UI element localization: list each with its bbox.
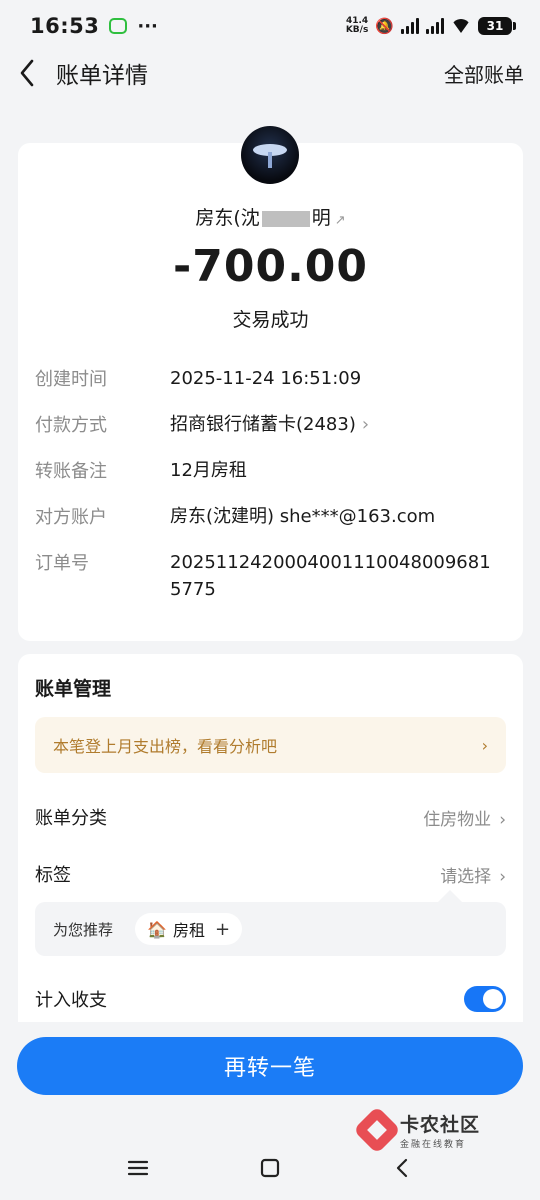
watermark-logo-icon [352,1105,402,1155]
mute-bell-icon: 🔕 [375,17,394,35]
status-bar: 16:53 ··· 41.4 KB/s 🔕 31 [0,0,540,52]
income-toggle-row: 计入收支 [35,986,506,1012]
detail-row-payment-method[interactable]: 付款方式 招商银行储蓄卡(2483) › [35,411,515,438]
recommend-box: 为您推荐 🏠 房租 + [35,890,506,956]
income-label: 计入收支 [35,990,107,1011]
tag-value: 请选择 [440,866,492,887]
detail-row-created-time: 创建时间 2025-11-24 16:51:09 [35,365,515,392]
chevron-right-icon: › [361,414,370,435]
payee-avatar[interactable] [241,126,299,184]
payee-name-prefix: 房东(沈 [195,207,260,229]
house-icon: 🏠 [147,919,167,939]
transaction-status: 交易成功 [232,309,309,331]
transaction-card: 房东(沈 明 ↗ -700.00 交易成功 创建时间 2025-11-24 16:5… [18,126,523,641]
battery-icon: 31 [478,17,516,35]
system-nav-bar [0,1148,540,1188]
detail-label: 创建时间 [35,369,107,390]
detail-label: 对方账户 [35,507,107,528]
detail-label: 订单号 [35,553,89,574]
recommend-label: 为您推荐 [53,920,114,939]
category-label: 账单分类 [35,808,107,829]
tag-label: 标签 [35,865,71,886]
back-arrow-icon[interactable] [16,58,38,88]
detail-label: 转账备注 [35,461,107,482]
more-notifications-icon: ··· [137,15,158,37]
app-header: 账单详情 全部账单 [0,52,540,94]
recommend-tag-chip[interactable]: 🏠 房租 + [135,913,243,945]
chevron-right-icon: ↗ [334,213,346,228]
detail-row-transfer-note: 转账备注 12月房租 [35,457,515,484]
home-nav-icon[interactable] [250,1148,290,1188]
transfer-again-button[interactable]: 再转一笔 [17,1037,523,1095]
bill-management-card: 账单管理 本笔登上月支出榜，看看分析吧 › 账单分类 住房物业 › 标签 请选择 ›… [18,654,523,1026]
transaction-amount: -700.00 [172,241,369,292]
category-value-wrap: 住房物业 › [423,805,506,830]
chevron-right-icon: › [499,866,506,887]
net-speed: 41.4 KB/s [346,17,368,35]
chevron-right-icon: › [499,809,506,830]
message-icon [109,18,128,34]
category-row[interactable]: 账单分类 住房物业 › [35,804,506,830]
income-toggle[interactable] [464,986,506,1012]
plus-icon: + [214,918,231,940]
detail-value: 20251124200040011100480096815775 [170,552,491,600]
page-title: 账单详情 [56,63,148,89]
status-time: 16:53 [30,14,100,38]
tag-row[interactable]: 标签 请选择 › [35,861,506,887]
tag-value-wrap: 请选择 › [440,862,506,887]
redacted-block [261,210,310,227]
watermark-main-text: 卡农社区 [400,1114,481,1136]
wifi-icon [451,19,471,33]
payee-name-suffix: 明 [311,207,331,229]
payee-name[interactable]: 房东(沈 明 ↗ [18,203,523,230]
recommend-tag-label: 房租 [172,921,205,940]
detail-row-counterparty: 对方账户 房东(沈建明) she***@163.com [35,503,515,530]
category-value: 住房物业 [423,809,492,830]
menu-nav-icon[interactable] [118,1148,158,1188]
section-title: 账单管理 [35,678,112,700]
net-speed-unit: KB/s [345,25,369,35]
detail-value-wrap: 招商银行储蓄卡(2483) › [170,411,369,438]
all-bills-link[interactable]: 全部账单 [444,59,524,88]
detail-value: 2025-11-24 16:51:09 [170,368,362,389]
detail-label: 付款方式 [35,415,107,436]
detail-value: 招商银行储蓄卡(2483) [170,414,356,435]
chevron-right-icon: › [481,735,488,755]
detail-value: 12月房租 [170,460,247,481]
signal-icon [401,18,419,34]
back-nav-icon[interactable] [382,1148,422,1188]
watermark: 卡农社区 金融在线教育 [352,1105,481,1155]
promo-banner[interactable]: 本笔登上月支出榜，看看分析吧 › [35,717,506,773]
detail-value: 房东(沈建明) she***@163.com [170,506,436,527]
signal-icon-2 [426,18,444,34]
detail-row-order-number: 订单号 20251124200040011100480096815775 [35,549,515,603]
promo-text: 本笔登上月支出榜，看看分析吧 [53,737,278,756]
